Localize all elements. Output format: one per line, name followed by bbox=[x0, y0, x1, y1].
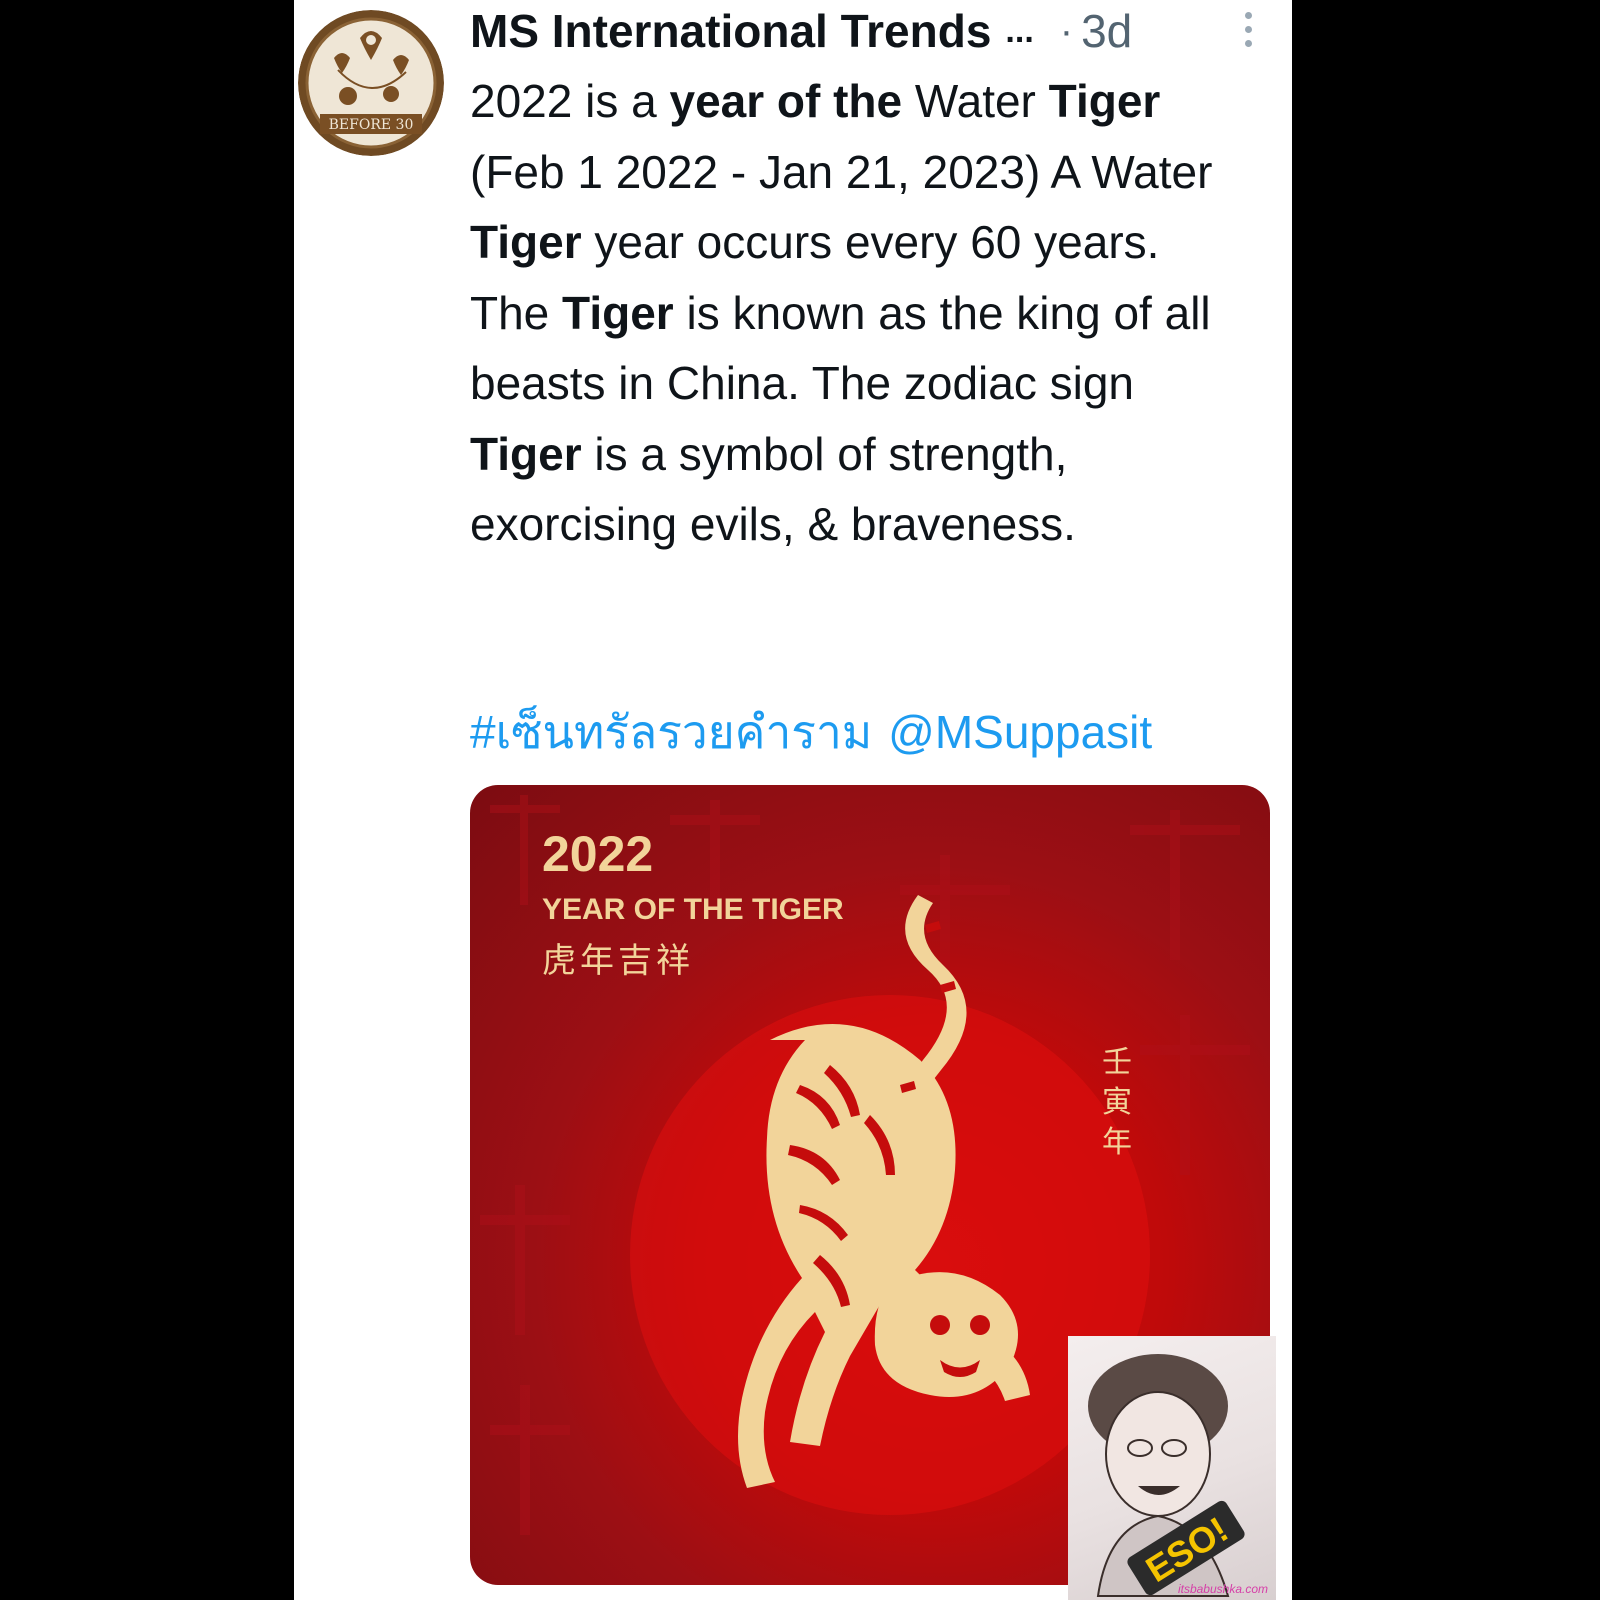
poster-chinese-vertical: 壬 寅 年 bbox=[1102, 1045, 1132, 1160]
poster-title: YEAR OF THE TIGER bbox=[542, 893, 844, 926]
meta-separator: · bbox=[1059, 8, 1074, 53]
caricature-illustration: ESO! bbox=[1088, 1354, 1245, 1597]
poster-chinese-blessing: 虎年吉祥 bbox=[542, 941, 694, 981]
tweet-header: MS International Trends ... · 3d bbox=[470, 2, 1270, 60]
name-truncation: ... bbox=[1005, 11, 1034, 50]
hashtag-link[interactable]: #เซ็นทรัลรวยคำราม bbox=[470, 706, 872, 758]
author-name[interactable]: MS International Trends bbox=[470, 4, 991, 58]
tweet-links: #เซ็นทรัลรวยคำราม @MSuppasit bbox=[470, 702, 1250, 762]
tweet-age[interactable]: 3d bbox=[1081, 4, 1132, 58]
mention-link[interactable]: @MSuppasit bbox=[888, 706, 1152, 758]
poster-year: 2022 bbox=[542, 826, 654, 882]
caricature-overlay: ESO! itsbabushka.com bbox=[1068, 1336, 1276, 1600]
watermark: itsbabushka.com bbox=[1177, 1582, 1268, 1596]
tweet-card: BEFORE 30 MS International Trends ... · … bbox=[294, 0, 1292, 1600]
more-options-icon[interactable] bbox=[1242, 12, 1254, 52]
avatar-logo-icon: BEFORE 30 bbox=[298, 10, 444, 156]
author-avatar[interactable]: BEFORE 30 bbox=[298, 10, 444, 156]
tweet-text: 2022 is a year of the Water Tiger (Feb 1… bbox=[470, 75, 1213, 550]
svg-text:BEFORE 30: BEFORE 30 bbox=[329, 117, 414, 133]
